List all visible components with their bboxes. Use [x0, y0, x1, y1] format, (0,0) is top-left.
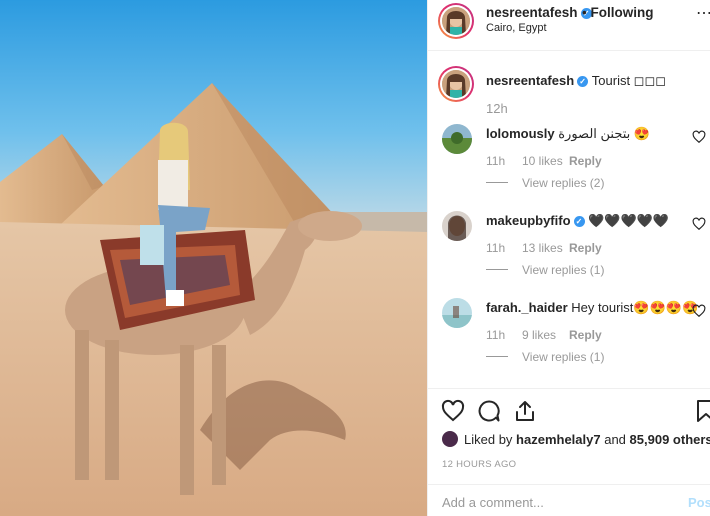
- comment-avatar[interactable]: [442, 124, 472, 154]
- comment-avatar-image: [442, 124, 472, 154]
- comment-text-line: lolomously بتجنن الصورة 😍: [486, 126, 650, 142]
- verified-badge-icon: ✓: [573, 216, 585, 227]
- replies-line: [486, 356, 508, 357]
- comment-meta: 11h 10 likes Reply: [486, 154, 602, 168]
- comment-text-line: farah._haider Hey tourist😍😍😍😍: [486, 300, 698, 316]
- comment-text-line: makeupbyfifo ✓ 🖤🖤🖤🖤🖤: [486, 213, 669, 229]
- header-username-text[interactable]: nesreentafesh: [486, 5, 578, 20]
- comment-likes[interactable]: 10 likes: [522, 154, 564, 168]
- location-link[interactable]: Cairo, Egypt: [486, 22, 547, 34]
- verified-badge-icon: ✓: [577, 76, 589, 87]
- post-image: [0, 0, 427, 516]
- liked-by-avatar[interactable]: [442, 431, 458, 447]
- liked-by-prefix: Liked by: [464, 432, 513, 447]
- comment-meta: 11h 13 likes Reply: [486, 241, 602, 255]
- like-comment-heart-icon[interactable]: [692, 217, 706, 231]
- comment-avatar-image: [442, 298, 472, 328]
- comment-body: بتجنن الصورة 😍: [558, 126, 651, 141]
- bookmark-icon[interactable]: [695, 399, 710, 423]
- view-replies-label[interactable]: View replies (1): [522, 350, 604, 364]
- caption-line: nesreentafesh ✓ Tourist ◻◻◻: [486, 73, 666, 89]
- liked-by-and: and: [604, 432, 626, 447]
- liked-by-line: Liked by hazemhelaly7 and 85,909 others: [442, 431, 710, 447]
- view-replies-button[interactable]: View replies (2): [486, 176, 604, 190]
- post-actions: Liked by hazemhelaly7 and 85,909 others …: [428, 388, 710, 484]
- replies-line: [486, 269, 508, 270]
- view-replies-label[interactable]: View replies (1): [522, 263, 604, 277]
- caption-text: Tourist ◻◻◻: [591, 73, 667, 88]
- comment-likes[interactable]: 9 likes: [522, 328, 564, 342]
- caption-avatar-image: [442, 70, 470, 98]
- share-icon[interactable]: [513, 399, 537, 423]
- comment-bubble-icon[interactable]: [477, 399, 501, 423]
- comment-body: 🖤🖤🖤🖤🖤: [588, 213, 670, 228]
- replies-line: [486, 182, 508, 183]
- comment-time[interactable]: 11h: [486, 154, 522, 168]
- post-header: nesreentafesh ✓ • Following Cairo, Egypt …: [428, 0, 710, 51]
- liked-by-others[interactable]: 85,909 others: [630, 432, 710, 447]
- caption-avatar[interactable]: [438, 66, 474, 102]
- comment-username[interactable]: makeupbyfifo: [486, 213, 571, 228]
- comment-reply-button[interactable]: Reply: [569, 241, 602, 255]
- follow-status[interactable]: • Following: [582, 5, 654, 20]
- post-comment-button[interactable]: Post: [688, 495, 710, 510]
- comment-time[interactable]: 11h: [486, 241, 522, 255]
- post-timestamp[interactable]: 12 HOURS AGO: [442, 459, 516, 470]
- liked-by-user[interactable]: hazemhelaly7: [516, 432, 601, 447]
- view-replies-button[interactable]: View replies (1): [486, 350, 604, 364]
- post-photo[interactable]: [0, 0, 427, 516]
- comment-avatar-image: [442, 211, 472, 241]
- add-comment-input[interactable]: [442, 495, 672, 510]
- comment-username[interactable]: farah._haider: [486, 300, 568, 315]
- follow-status-label[interactable]: Following: [591, 5, 654, 20]
- comment-reply-button[interactable]: Reply: [569, 328, 602, 342]
- header-username[interactable]: nesreentafesh ✓: [486, 5, 592, 20]
- comment-time[interactable]: 11h: [486, 328, 522, 342]
- comment-likes[interactable]: 13 likes: [522, 241, 564, 255]
- author-avatar-image: [442, 7, 470, 35]
- caption-time[interactable]: 12h: [486, 101, 508, 116]
- comment-avatar[interactable]: [442, 298, 472, 328]
- comment-meta: 11h 9 likes Reply: [486, 328, 602, 342]
- view-replies-button[interactable]: View replies (1): [486, 263, 604, 277]
- like-comment-heart-icon[interactable]: [692, 304, 706, 318]
- add-comment-bar: Post: [428, 484, 710, 516]
- comment-username[interactable]: lolomously: [486, 126, 555, 141]
- more-options-icon[interactable]: ⋯: [696, 6, 710, 22]
- like-heart-icon[interactable]: [441, 399, 465, 423]
- like-comment-heart-icon[interactable]: [692, 130, 706, 144]
- caption-username[interactable]: nesreentafesh: [486, 73, 574, 88]
- view-replies-label[interactable]: View replies (2): [522, 176, 604, 190]
- author-avatar[interactable]: [438, 3, 474, 39]
- comment-avatar[interactable]: [442, 211, 472, 241]
- comment-reply-button[interactable]: Reply: [569, 154, 602, 168]
- post-sidebar: nesreentafesh ✓ • Following Cairo, Egypt …: [427, 0, 710, 516]
- separator-dot: •: [582, 5, 587, 20]
- comment-body: Hey tourist😍😍😍😍: [571, 300, 699, 315]
